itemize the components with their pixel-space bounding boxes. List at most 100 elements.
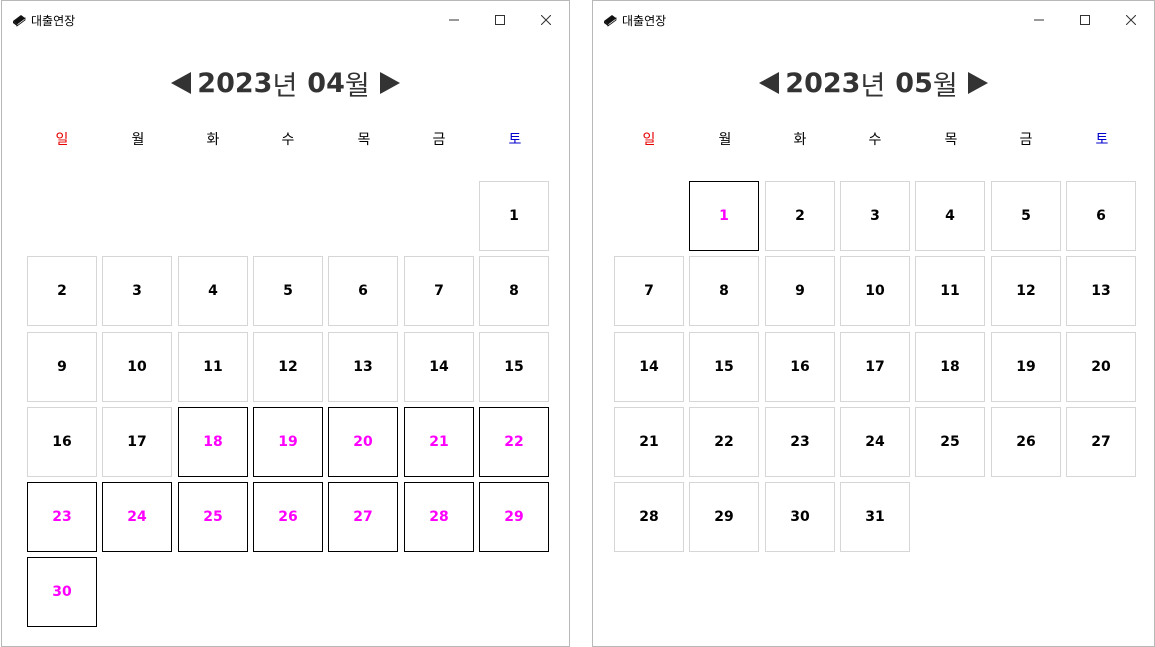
weekday-sat: 토 [1095, 132, 1109, 148]
day-cell[interactable]: 24 [840, 407, 910, 477]
weekday-mon: 월 [131, 132, 145, 148]
day-cell[interactable]: 4 [178, 256, 248, 326]
day-cell[interactable]: 3 [840, 181, 910, 251]
day-cell[interactable]: 21 [404, 407, 474, 477]
day-cell[interactable]: 26 [991, 407, 1061, 477]
weekday-wed: 수 [281, 132, 295, 148]
month-header: 2023 년 05 월 [593, 61, 1154, 105]
window-title: 대출연장 [622, 14, 667, 28]
day-cell[interactable]: 19 [991, 332, 1061, 402]
maximize-button[interactable] [477, 1, 523, 39]
weekday-mon: 월 [718, 132, 732, 148]
day-cell[interactable]: 1 [479, 181, 549, 251]
calendar-window-may: 대출연장 2023 년 05 월 일 월 화 수 목 금 토 123456789… [592, 0, 1155, 647]
book-icon [13, 15, 26, 27]
day-cell[interactable]: 17 [102, 407, 172, 477]
day-cell[interactable]: 29 [689, 482, 759, 552]
day-cell[interactable]: 3 [102, 256, 172, 326]
day-cell[interactable]: 7 [404, 256, 474, 326]
day-cell[interactable]: 29 [479, 482, 549, 552]
close-button[interactable] [523, 1, 569, 39]
close-button[interactable] [1108, 1, 1154, 39]
day-cell[interactable]: 10 [102, 332, 172, 402]
day-cell[interactable]: 12 [991, 256, 1061, 326]
day-cell[interactable]: 13 [328, 332, 398, 402]
window-title: 대출연장 [31, 14, 76, 28]
year-number: 2023 [197, 67, 273, 99]
day-cell[interactable]: 4 [915, 181, 985, 251]
day-cell[interactable]: 25 [178, 482, 248, 552]
prev-month-arrow-icon[interactable] [171, 72, 192, 94]
month-unit: 월 [344, 70, 370, 102]
day-cell[interactable]: 30 [765, 482, 835, 552]
day-cell[interactable]: 27 [1066, 407, 1136, 477]
month-header: 2023 년 04 월 [2, 61, 569, 105]
day-cell[interactable]: 28 [404, 482, 474, 552]
weekday-tue: 화 [793, 132, 807, 148]
day-cell[interactable]: 25 [915, 407, 985, 477]
title-bar[interactable]: 대출연장 [2, 1, 569, 39]
day-cell[interactable]: 20 [1066, 332, 1136, 402]
day-cell[interactable]: 11 [178, 332, 248, 402]
minimize-icon [1034, 19, 1044, 21]
year-number: 2023 [785, 67, 861, 99]
day-cell[interactable]: 20 [328, 407, 398, 477]
day-cell[interactable]: 15 [479, 332, 549, 402]
next-month-arrow-icon[interactable] [379, 72, 400, 94]
day-cell[interactable]: 2 [765, 181, 835, 251]
day-cell[interactable]: 8 [689, 256, 759, 326]
day-cell[interactable]: 19 [253, 407, 323, 477]
close-icon [1126, 15, 1136, 25]
day-cell[interactable]: 11 [915, 256, 985, 326]
minimize-button[interactable] [431, 1, 477, 39]
next-month-arrow-icon[interactable] [967, 72, 988, 94]
day-cell[interactable]: 12 [253, 332, 323, 402]
day-cell[interactable]: 24 [102, 482, 172, 552]
day-cell[interactable]: 18 [178, 407, 248, 477]
day-cell[interactable]: 10 [840, 256, 910, 326]
day-cell[interactable]: 15 [689, 332, 759, 402]
month-number: 05 [895, 67, 933, 99]
day-cell[interactable]: 22 [689, 407, 759, 477]
day-cell[interactable]: 16 [27, 407, 97, 477]
day-cell[interactable]: 14 [404, 332, 474, 402]
day-cell[interactable]: 23 [765, 407, 835, 477]
title-bar[interactable]: 대출연장 [593, 1, 1154, 39]
day-cell[interactable]: 8 [479, 256, 549, 326]
day-cell[interactable]: 9 [27, 332, 97, 402]
day-cell[interactable]: 6 [1066, 181, 1136, 251]
close-icon [541, 15, 551, 25]
month-unit: 월 [932, 70, 958, 102]
day-cell[interactable]: 30 [27, 557, 97, 627]
day-cell[interactable]: 1 [689, 181, 759, 251]
day-cell[interactable]: 7 [614, 256, 684, 326]
day-cell[interactable]: 27 [328, 482, 398, 552]
day-cell[interactable]: 2 [27, 256, 97, 326]
day-cell[interactable]: 9 [765, 256, 835, 326]
weekday-thu: 목 [944, 132, 958, 148]
day-cell[interactable]: 13 [1066, 256, 1136, 326]
day-cell[interactable]: 26 [253, 482, 323, 552]
prev-month-arrow-icon[interactable] [759, 72, 780, 94]
minimize-icon [449, 19, 459, 21]
day-cell[interactable]: 28 [614, 482, 684, 552]
day-cell[interactable]: 21 [614, 407, 684, 477]
weekday-thu: 목 [357, 132, 371, 148]
day-cell[interactable]: 5 [991, 181, 1061, 251]
day-cell[interactable]: 6 [328, 256, 398, 326]
weekday-fri: 금 [1019, 132, 1033, 148]
day-cell[interactable]: 5 [253, 256, 323, 326]
weekday-fri: 금 [432, 132, 446, 148]
day-cell[interactable]: 16 [765, 332, 835, 402]
day-cell[interactable]: 31 [840, 482, 910, 552]
book-icon [604, 15, 617, 27]
day-cell[interactable]: 14 [614, 332, 684, 402]
day-cell[interactable]: 18 [915, 332, 985, 402]
minimize-button[interactable] [1016, 1, 1062, 39]
day-cell[interactable]: 22 [479, 407, 549, 477]
day-cell[interactable]: 23 [27, 482, 97, 552]
maximize-button[interactable] [1062, 1, 1108, 39]
weekday-sat: 토 [508, 132, 522, 148]
day-cell[interactable]: 17 [840, 332, 910, 402]
weekday-sun: 일 [642, 132, 656, 148]
